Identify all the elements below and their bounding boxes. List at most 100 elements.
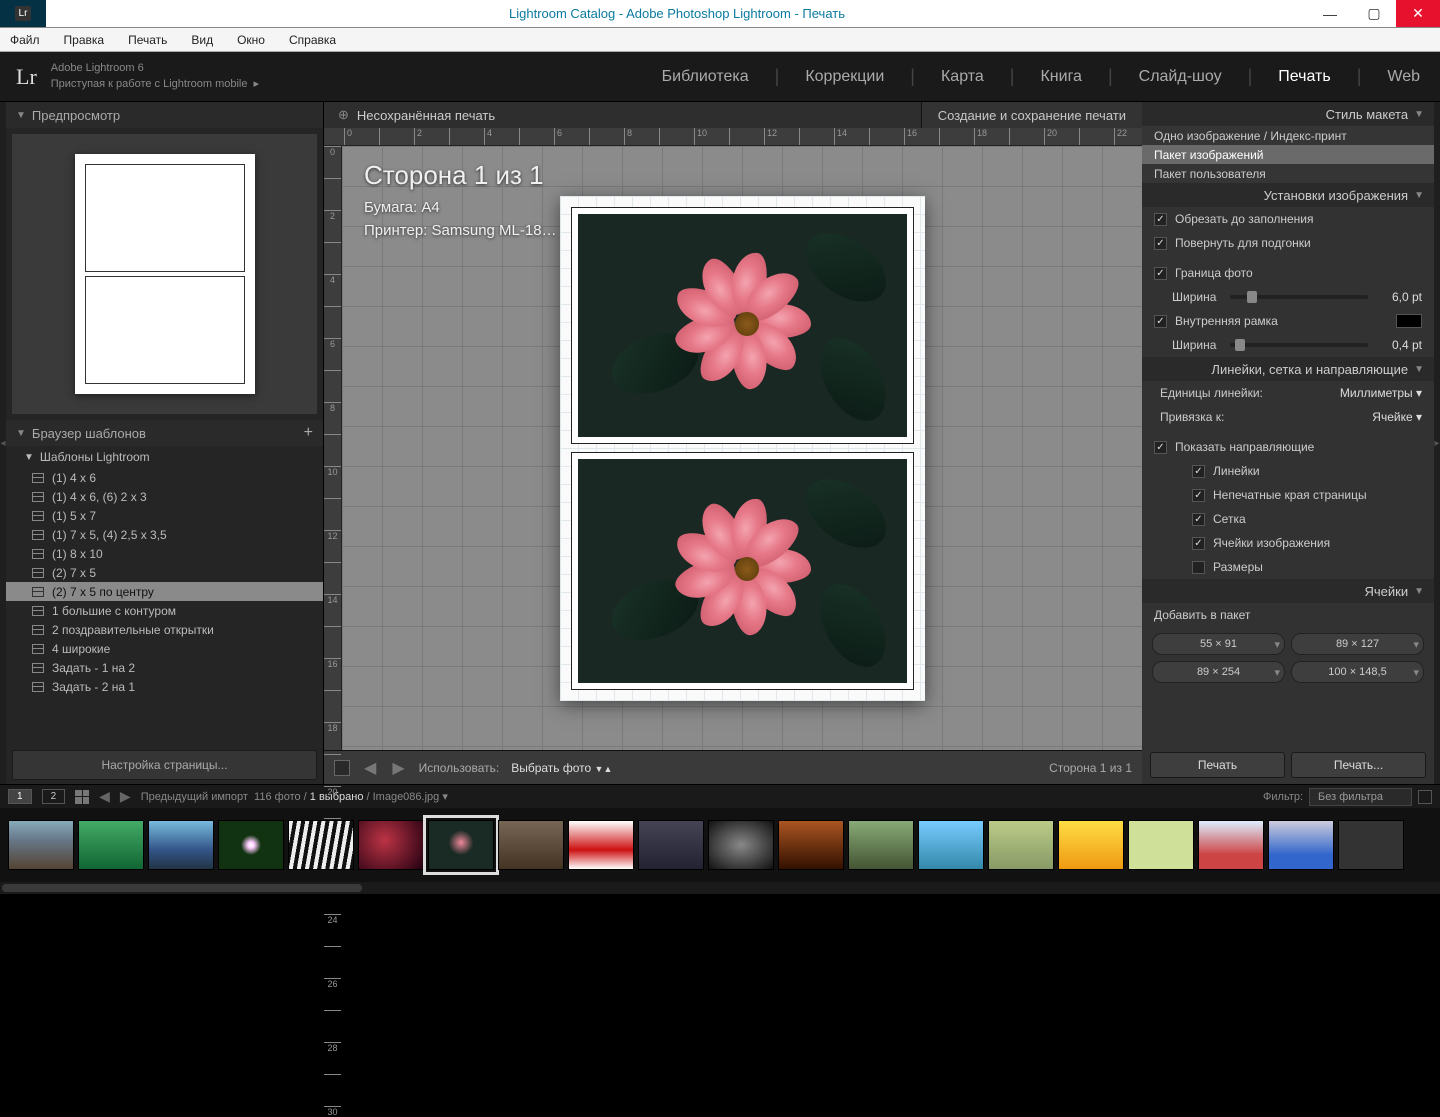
template-group[interactable]: ▼Шаблоны Lightroom (6, 446, 323, 468)
minimize-button[interactable]: — (1308, 0, 1352, 27)
cell-size-button[interactable]: 89 × 254▾ (1152, 661, 1285, 683)
guide-checkbox[interactable] (1192, 489, 1205, 502)
select-checkbox[interactable] (334, 760, 350, 776)
crop-to-fill-checkbox[interactable] (1154, 213, 1167, 226)
layout-style-header[interactable]: Стиль макета▼ (1142, 102, 1434, 126)
stroke-color-swatch[interactable] (1396, 314, 1422, 328)
inner-width-slider[interactable] (1230, 343, 1368, 347)
image-settings-header[interactable]: Установки изображения▼ (1142, 183, 1434, 207)
module-book[interactable]: Книга (1036, 68, 1085, 86)
filmstrip-thumb[interactable] (1338, 820, 1404, 870)
create-saved-print-button[interactable]: Создание и сохранение печати (921, 102, 1142, 128)
print-dialog-button[interactable]: Печать... (1291, 752, 1426, 778)
menu-print[interactable]: Печать (122, 31, 173, 49)
menu-edit[interactable]: Правка (58, 31, 111, 49)
ruler-units-dropdown[interactable]: Миллиметры ▾ (1340, 386, 1422, 400)
filmstrip-thumb[interactable] (218, 820, 284, 870)
cells-header[interactable]: Ячейки▼ (1142, 579, 1434, 603)
page-setup-button[interactable]: Настройка страницы... (12, 750, 317, 780)
template-item[interactable]: (1) 7 x 5, (4) 2,5 x 3,5 (6, 525, 323, 544)
filmstrip-thumb[interactable] (1198, 820, 1264, 870)
filmstrip-thumb[interactable] (918, 820, 984, 870)
filmstrip-thumb[interactable] (498, 820, 564, 870)
add-template-icon[interactable]: + (304, 424, 313, 442)
close-button[interactable]: ✕ (1396, 0, 1440, 27)
view-badge-2[interactable]: 2 (42, 789, 66, 804)
template-item[interactable]: 1 большие с контуром (6, 601, 323, 620)
plus-icon[interactable]: ⊕ (338, 107, 349, 123)
template-item[interactable]: (1) 4 x 6 (6, 468, 323, 487)
photo-border-checkbox[interactable] (1154, 267, 1167, 280)
print-button[interactable]: Печать (1150, 752, 1285, 778)
filter-lock-icon[interactable] (1418, 790, 1432, 804)
filmstrip-thumb[interactable] (8, 820, 74, 870)
layout-single[interactable]: Одно изображение / Индекс-принт (1142, 126, 1434, 145)
filmstrip-thumb[interactable] (988, 820, 1054, 870)
photo-cell-2[interactable] (572, 453, 913, 689)
inner-stroke-checkbox[interactable] (1154, 315, 1167, 328)
filmstrip-thumb[interactable] (1268, 820, 1334, 870)
filmstrip-thumb[interactable] (358, 820, 424, 870)
template-item[interactable]: Задать - 2 на 1 (6, 677, 323, 696)
menu-file[interactable]: Файл (4, 31, 46, 49)
filmstrip-thumb[interactable] (78, 820, 144, 870)
module-library[interactable]: Библиотека (658, 68, 753, 86)
right-edge-grip[interactable]: ▸ (1434, 102, 1440, 784)
snap-dropdown[interactable]: Ячейке ▾ (1372, 410, 1422, 424)
template-item[interactable]: (2) 7 x 5 по центру (6, 582, 323, 601)
module-map[interactable]: Карта (937, 68, 988, 86)
nav-fwd-icon[interactable]: ▶ (120, 788, 131, 805)
cell-size-button[interactable]: 100 × 148,5▾ (1291, 661, 1424, 683)
preview-header[interactable]: ▼Предпросмотр (6, 102, 323, 128)
layout-package[interactable]: Пакет изображений (1142, 145, 1434, 164)
filmstrip-thumb[interactable] (778, 820, 844, 870)
filmstrip-thumb[interactable] (568, 820, 634, 870)
rulers-grid-header[interactable]: Линейки, сетка и направляющие▼ (1142, 357, 1434, 381)
filmstrip-thumb[interactable] (848, 820, 914, 870)
cell-size-button[interactable]: 89 × 127▾ (1291, 633, 1424, 655)
grid-view-icon[interactable] (75, 790, 89, 804)
print-canvas[interactable]: Сторона 1 из 1 Бумага: A4 Принтер: Samsu… (342, 146, 1142, 750)
mobile-link[interactable]: Приступая к работе с Lightroom mobile (51, 77, 248, 92)
template-item[interactable]: (1) 8 x 10 (6, 544, 323, 563)
template-item[interactable]: (1) 5 x 7 (6, 506, 323, 525)
filmstrip-thumb[interactable] (1058, 820, 1124, 870)
menu-view[interactable]: Вид (185, 31, 219, 49)
filmstrip-thumb[interactable] (708, 820, 774, 870)
menu-window[interactable]: Окно (231, 31, 271, 49)
module-slideshow[interactable]: Слайд-шоу (1135, 68, 1226, 86)
guide-checkbox[interactable] (1192, 561, 1205, 574)
templates-header[interactable]: ▼Браузер шаблонов+ (6, 420, 323, 446)
template-item[interactable]: Задать - 1 на 2 (6, 658, 323, 677)
template-item[interactable]: 2 поздравительные открытки (6, 620, 323, 639)
maximize-button[interactable]: ▢ (1352, 0, 1396, 27)
filter-dropdown[interactable]: Без фильтра (1309, 788, 1412, 806)
cell-size-button[interactable]: 55 × 91▾ (1152, 633, 1285, 655)
rotate-to-fit-checkbox[interactable] (1154, 237, 1167, 250)
guide-checkbox[interactable] (1192, 465, 1205, 478)
filmstrip-thumb[interactable] (148, 820, 214, 870)
guide-checkbox[interactable] (1192, 537, 1205, 550)
filmstrip-thumb[interactable] (1128, 820, 1194, 870)
template-item[interactable]: 4 широкие (6, 639, 323, 658)
border-width-slider[interactable] (1230, 295, 1368, 299)
photo-cell-1[interactable] (572, 208, 913, 444)
prev-page-icon[interactable]: ◀ (362, 758, 378, 778)
filmstrip-thumb[interactable] (638, 820, 704, 870)
guide-checkbox[interactable] (1192, 513, 1205, 526)
view-badge-1[interactable]: 1 (8, 789, 32, 804)
template-item[interactable]: (2) 7 x 5 (6, 563, 323, 582)
layout-custom[interactable]: Пакет пользователя (1142, 164, 1434, 183)
nav-back-icon[interactable]: ◀ (99, 788, 110, 805)
use-dropdown[interactable]: Выбрать фото ▼▲ (511, 761, 612, 775)
filmstrip-thumb[interactable] (288, 820, 354, 870)
module-web[interactable]: Web (1383, 68, 1424, 86)
filmstrip-path[interactable]: Предыдущий импорт 116 фото / 1 выбрано /… (141, 790, 448, 803)
show-guides-checkbox[interactable] (1154, 441, 1167, 454)
module-develop[interactable]: Коррекции (801, 68, 888, 86)
template-item[interactable]: (1) 4 x 6, (6) 2 x 3 (6, 487, 323, 506)
module-print[interactable]: Печать (1274, 68, 1334, 86)
filmstrip[interactable] (0, 808, 1440, 882)
filmstrip-thumb[interactable] (428, 820, 494, 870)
menu-help[interactable]: Справка (283, 31, 342, 49)
